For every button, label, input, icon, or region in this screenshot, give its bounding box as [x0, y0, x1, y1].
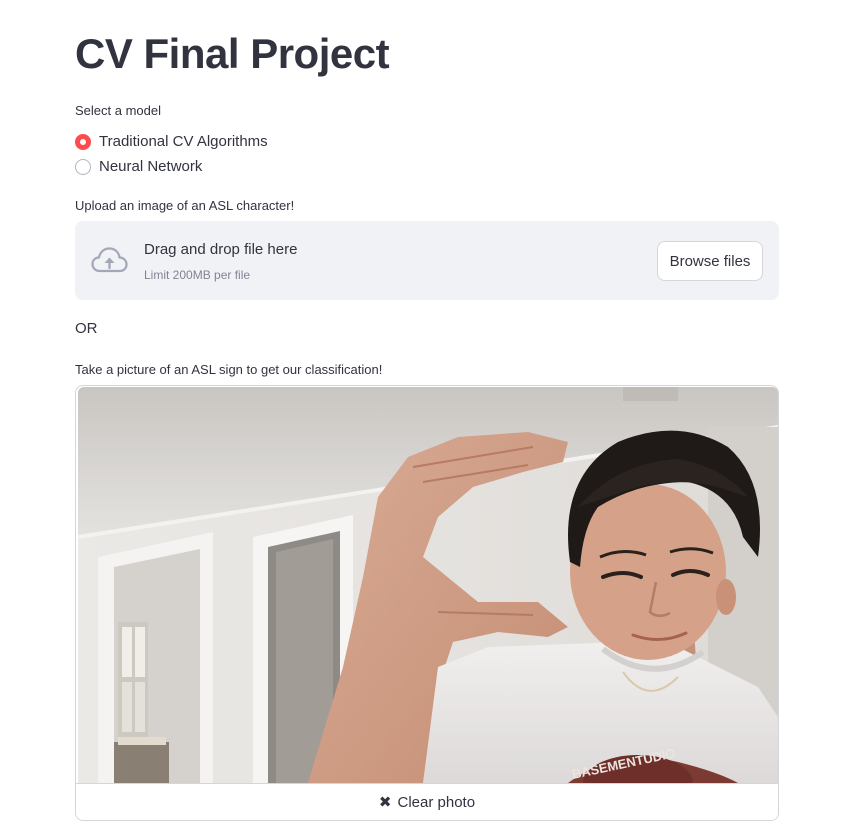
drag-drop-text: Drag and drop file here [144, 241, 298, 258]
radio-option-traditional-cv[interactable]: Traditional CV Algorithms [75, 129, 268, 154]
camera-input: BASEMENTUDIO ✖ Clear photo [75, 385, 779, 821]
captured-photo: BASEMENTUDIO [78, 387, 778, 783]
clear-photo-label: Clear photo [397, 793, 476, 811]
file-uploader-dropzone[interactable]: Drag and drop file here Limit 200MB per … [75, 221, 779, 300]
radio-label: Traditional CV Algorithms [99, 133, 268, 150]
model-select-label: Select a model [75, 103, 161, 118]
radio-unselected-icon[interactable] [75, 158, 91, 175]
or-separator: OR [75, 320, 98, 337]
radio-selected-icon[interactable] [75, 133, 91, 150]
clear-photo-button[interactable]: ✖ Clear photo [76, 783, 778, 820]
file-limit-text: Limit 200MB per file [144, 268, 251, 282]
uploader-label: Upload an image of an ASL character! [75, 198, 295, 213]
close-icon: ✖ [378, 794, 392, 811]
model-radio-group: Traditional CV Algorithms Neural Network [75, 129, 268, 179]
radio-label: Neural Network [99, 158, 203, 175]
radio-option-neural-network[interactable]: Neural Network [75, 154, 268, 179]
cloud-upload-icon [91, 246, 128, 274]
camera-label: Take a picture of an ASL sign to get our… [75, 362, 383, 377]
browse-files-button[interactable]: Browse files [657, 241, 763, 281]
page-title: CV Final Project [75, 30, 390, 77]
